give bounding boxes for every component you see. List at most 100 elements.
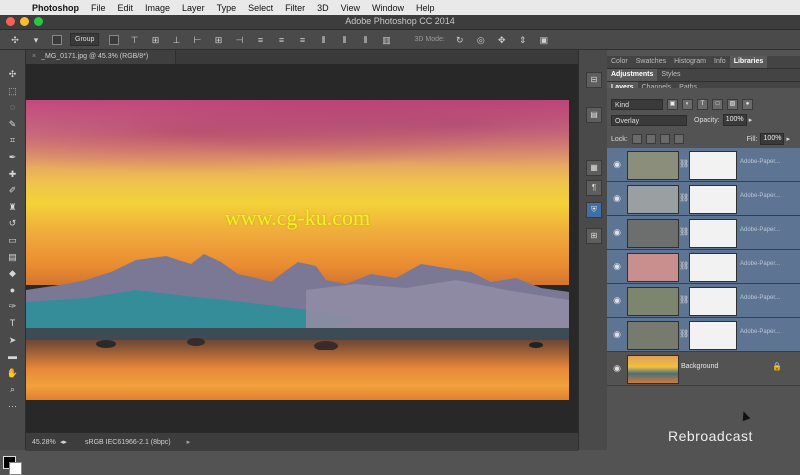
- status-expand-icon[interactable]: ◂▸: [60, 438, 67, 446]
- layer-filter-kind-dropdown[interactable]: Kind: [611, 98, 663, 110]
- type-tool-icon[interactable]: T: [0, 315, 25, 332]
- menu-3d[interactable]: 3D: [317, 3, 329, 13]
- background-layer-row[interactable]: ◉ Background 🔒: [607, 352, 800, 386]
- layer-mask-thumbnail[interactable]: [689, 185, 737, 214]
- tab-swatches[interactable]: Swatches: [632, 56, 670, 68]
- layer-mask-thumbnail[interactable]: [689, 321, 737, 350]
- menu-help[interactable]: Help: [416, 3, 435, 13]
- tab-info[interactable]: Info: [710, 56, 730, 68]
- move-tool-icon[interactable]: ✣: [9, 35, 21, 45]
- document-image[interactable]: www.cg-ku.com: [26, 100, 569, 400]
- tab-histogram[interactable]: Histogram: [670, 56, 710, 68]
- zoom-tool-icon[interactable]: ⌕: [0, 381, 25, 398]
- 3d-scale-icon[interactable]: ▣: [538, 35, 550, 45]
- layer-row[interactable]: ◉ ⛓ Adobe-Paper...: [607, 318, 800, 352]
- layer-name[interactable]: Adobe-Paper...: [740, 329, 780, 335]
- menu-view[interactable]: View: [341, 3, 360, 13]
- dodge-tool-icon[interactable]: ●: [0, 282, 25, 299]
- layer-mask-thumbnail[interactable]: [689, 151, 737, 180]
- auto-select-dropdown[interactable]: Group: [70, 33, 100, 46]
- align-hcenter-icon[interactable]: ⊞: [212, 35, 224, 45]
- marquee-tool-icon[interactable]: ⬚: [0, 83, 25, 100]
- history-panel-icon[interactable]: ⊟: [586, 72, 602, 88]
- link-chain-icon[interactable]: ⛓: [679, 192, 689, 204]
- menu-edit[interactable]: Edit: [118, 3, 134, 13]
- layer-row[interactable]: ◉ ⛓ Adobe-Paper...: [607, 216, 800, 250]
- link-chain-icon[interactable]: ⛓: [679, 226, 689, 238]
- align-bottom-icon[interactable]: ⊥: [170, 35, 182, 45]
- menu-filter[interactable]: Filter: [285, 3, 305, 13]
- layer-row[interactable]: ◉ ⛓ Adobe-Paper...: [607, 148, 800, 182]
- brush-tool-icon[interactable]: ✐: [0, 182, 25, 199]
- eraser-tool-icon[interactable]: ▭: [0, 232, 25, 249]
- properties-panel-icon[interactable]: ▤: [586, 107, 602, 123]
- distribute-top-icon[interactable]: ≡: [254, 35, 266, 45]
- lock-pixels-icon[interactable]: [645, 134, 656, 144]
- auto-align-icon[interactable]: ▥: [380, 35, 392, 45]
- status-menu-arrow-icon[interactable]: ▸: [187, 438, 191, 446]
- pen-tool-icon[interactable]: ✑: [0, 298, 25, 315]
- align-vcenter-icon[interactable]: ⊞: [149, 35, 161, 45]
- visibility-eye-icon[interactable]: ◉: [611, 294, 623, 306]
- eyedropper-tool-icon[interactable]: ✒: [0, 149, 25, 166]
- show-transform-checkbox[interactable]: [109, 34, 120, 45]
- tab-libraries[interactable]: Libraries: [729, 56, 768, 68]
- visibility-eye-icon[interactable]: ◉: [611, 362, 623, 374]
- blend-mode-dropdown[interactable]: Overlay: [611, 114, 687, 126]
- opacity-slider-arrow-icon[interactable]: ▸: [749, 116, 753, 124]
- tool-presets-panel-icon[interactable]: ⊞: [586, 228, 602, 244]
- filter-adjustment-icon[interactable]: ◐: [682, 98, 693, 110]
- filter-shape-icon[interactable]: □: [712, 98, 723, 110]
- layer-name[interactable]: Adobe-Paper...: [740, 261, 780, 267]
- 3d-rotate-icon[interactable]: ↻: [454, 35, 466, 45]
- layer-row[interactable]: ◉ ⛓ Adobe-Paper...: [607, 284, 800, 318]
- layer-mask-thumbnail[interactable]: [689, 219, 737, 248]
- menu-window[interactable]: Window: [372, 3, 404, 13]
- layer-row[interactable]: ◉ ⛓ Adobe-Paper...: [607, 182, 800, 216]
- more-tools-icon[interactable]: ···: [0, 398, 25, 415]
- distribute-hcenter-icon[interactable]: ⦀: [338, 35, 350, 45]
- align-top-icon[interactable]: ⊤: [128, 35, 140, 45]
- layer-row[interactable]: ◉ ⛓ Adobe-Paper...: [607, 250, 800, 284]
- opacity-input[interactable]: 100%: [722, 114, 747, 126]
- 3d-roll-icon[interactable]: ◎: [475, 35, 487, 45]
- distribute-right-icon[interactable]: ⦀: [359, 35, 371, 45]
- link-chain-icon[interactable]: ⛓: [679, 260, 689, 272]
- path-select-tool-icon[interactable]: ➤: [0, 332, 25, 349]
- link-chain-icon[interactable]: ⛓: [679, 328, 689, 340]
- clone-stamp-tool-icon[interactable]: ♜: [0, 199, 25, 216]
- layer-comps-panel-icon[interactable]: ▦: [586, 160, 602, 176]
- shape-tool-icon[interactable]: ▬: [0, 348, 25, 365]
- hand-tool-icon[interactable]: ✋: [0, 365, 25, 382]
- document-tab[interactable]: × _MG_0171.jpg @ 45.3% (RGB/8*): [26, 50, 176, 64]
- align-left-icon[interactable]: ⊢: [191, 35, 203, 45]
- menu-type[interactable]: Type: [217, 3, 237, 13]
- layer-name[interactable]: Adobe-Paper...: [740, 295, 780, 301]
- lock-all-icon[interactable]: [673, 134, 684, 144]
- history-brush-tool-icon[interactable]: ↺: [0, 215, 25, 232]
- quick-select-tool-icon[interactable]: ✎: [0, 116, 25, 133]
- visibility-eye-icon[interactable]: ◉: [611, 260, 623, 272]
- tab-color[interactable]: Color: [607, 56, 632, 68]
- distribute-left-icon[interactable]: ⦀: [317, 35, 329, 45]
- visibility-eye-icon[interactable]: ◉: [611, 328, 623, 340]
- background-color-swatch[interactable]: [9, 462, 22, 475]
- filter-toggle-icon[interactable]: ●: [742, 98, 753, 110]
- lasso-tool-icon[interactable]: ◌: [0, 99, 25, 116]
- paragraph-panel-icon[interactable]: ¶: [586, 180, 602, 196]
- fill-slider-arrow-icon[interactable]: ▸: [786, 135, 790, 143]
- tab-adjustments[interactable]: Adjustments: [607, 69, 658, 81]
- menu-select[interactable]: Select: [248, 3, 273, 13]
- menu-image[interactable]: Image: [145, 3, 170, 13]
- menu-file[interactable]: File: [91, 3, 106, 13]
- layer-name[interactable]: Adobe-Paper...: [740, 227, 780, 233]
- filter-type-icon[interactable]: T: [697, 98, 708, 110]
- 3d-slide-icon[interactable]: ⇕: [517, 35, 529, 45]
- menu-app-name[interactable]: Photoshop: [32, 3, 79, 13]
- zoom-level[interactable]: 45.28%: [32, 439, 60, 446]
- move-tool-dropdown-icon[interactable]: ▾: [30, 35, 42, 45]
- lock-transparent-icon[interactable]: [631, 134, 642, 144]
- gradient-tool-icon[interactable]: ▤: [0, 249, 25, 266]
- auto-select-checkbox[interactable]: [52, 34, 62, 45]
- filter-pixel-icon[interactable]: ▣: [667, 98, 678, 110]
